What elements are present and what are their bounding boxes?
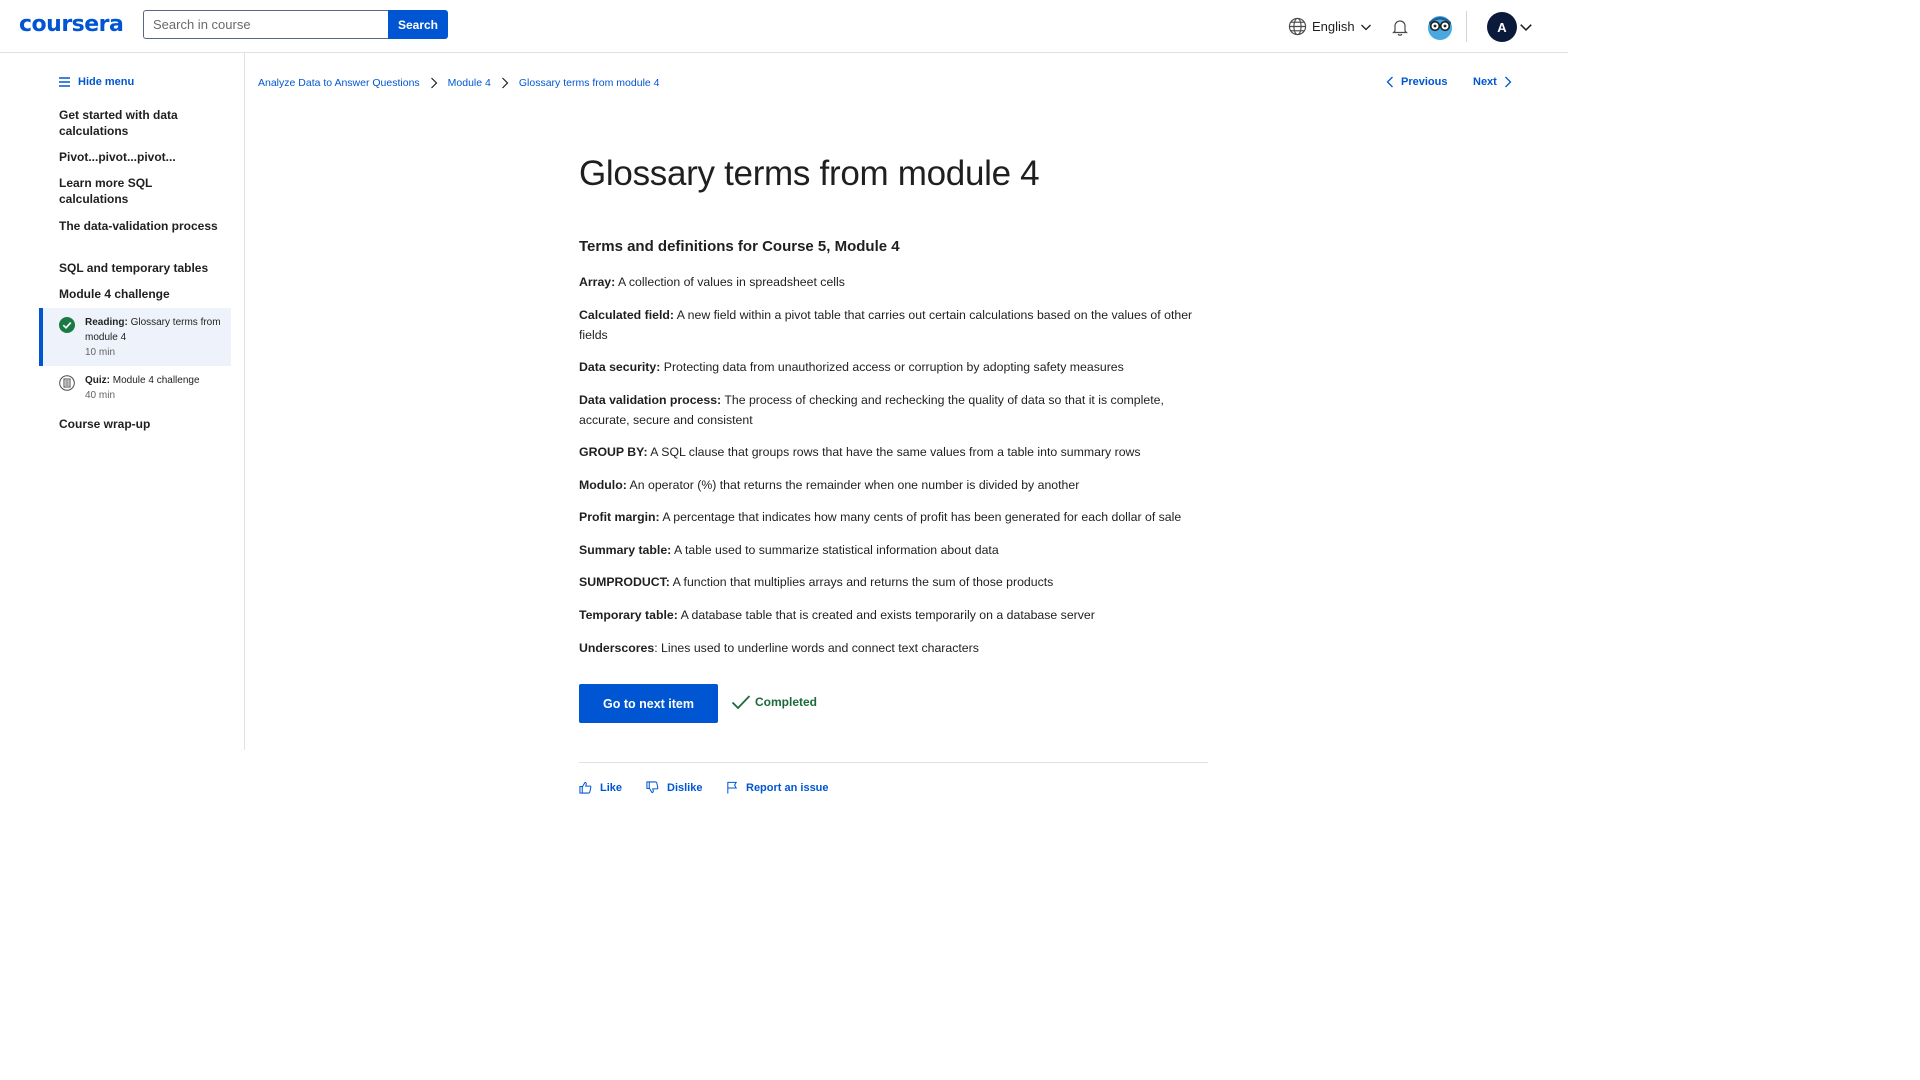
notifications-bell-icon[interactable] bbox=[1390, 17, 1410, 37]
sidebar-subitem-glossary-reading[interactable]: Reading: Glossary terms from module 4 10… bbox=[59, 315, 229, 360]
hide-menu-label: Hide menu bbox=[78, 76, 135, 88]
chevron-left-icon bbox=[1386, 76, 1393, 88]
term-definition: Protecting data from unauthorized access… bbox=[660, 360, 1124, 374]
sidebar-subitem-quiz[interactable]: Quiz: Module 4 challenge 40 min bbox=[59, 373, 229, 403]
chevron-down-icon bbox=[1360, 24, 1371, 30]
glossary-term: Array: A collection of values in spreads… bbox=[579, 272, 1204, 292]
page-title: Glossary terms from module 4 bbox=[579, 154, 1040, 193]
search-input[interactable] bbox=[143, 10, 388, 39]
glossary-term: Data security: Protecting data from unau… bbox=[579, 357, 1204, 377]
term-name: Summary table: bbox=[579, 543, 672, 557]
term-name: Modulo: bbox=[579, 478, 627, 492]
sidebar-item-temporary-tables[interactable]: SQL and temporary tables bbox=[59, 260, 224, 276]
subitem-type: Reading: bbox=[85, 317, 128, 328]
term-definition: A function that multiplies arrays and re… bbox=[669, 575, 1054, 589]
globe-icon bbox=[1288, 17, 1307, 36]
dislike-button[interactable]: Dislike bbox=[646, 781, 702, 794]
glossary-term: Underscores: Lines used to underline wor… bbox=[579, 638, 1204, 658]
search-button[interactable]: Search bbox=[388, 10, 448, 39]
like-label: Like bbox=[600, 781, 623, 794]
glossary-term: Calculated field: A new field within a p… bbox=[579, 305, 1204, 345]
term-definition: A SQL clause that groups rows that have … bbox=[647, 445, 1141, 459]
thumbs-down-icon bbox=[646, 781, 659, 794]
chevron-down-icon[interactable] bbox=[1519, 20, 1533, 34]
language-selector[interactable]: English bbox=[1288, 17, 1372, 36]
chevron-right-icon bbox=[501, 77, 509, 89]
term-definition: : Lines used to underline words and conn… bbox=[654, 641, 979, 655]
section-title: Terms and definitions for Course 5, Modu… bbox=[579, 238, 900, 255]
coach-assistant-icon[interactable] bbox=[1426, 13, 1454, 41]
report-issue-button[interactable]: Report an issue bbox=[726, 781, 829, 794]
chevron-right-icon bbox=[430, 77, 438, 89]
term-name: Array: bbox=[579, 275, 616, 289]
hide-menu-button[interactable]: Hide menu bbox=[59, 76, 134, 88]
term-name: Calculated field: bbox=[579, 308, 674, 322]
avatar[interactable]: A bbox=[1487, 12, 1517, 42]
menu-icon bbox=[59, 77, 70, 87]
term-definition: A collection of values in spreadsheet ce… bbox=[615, 275, 845, 289]
term-name: GROUP BY: bbox=[579, 445, 648, 459]
completed-label: Completed bbox=[755, 695, 818, 709]
term-definition: A percentage that indicates how many cen… bbox=[659, 510, 1182, 524]
course-search: Search bbox=[143, 10, 448, 39]
language-label: English bbox=[1312, 19, 1355, 34]
chevron-right-icon bbox=[1504, 76, 1512, 88]
glossary-term: SUMPRODUCT: A function that multiplies a… bbox=[579, 572, 1204, 592]
sidebar-item-module-challenge[interactable]: Module 4 challenge bbox=[59, 286, 224, 302]
quiz-icon bbox=[59, 375, 75, 391]
content-divider bbox=[579, 762, 1208, 763]
breadcrumb: Analyze Data to Answer Questions Module … bbox=[258, 77, 660, 89]
term-name: Profit margin: bbox=[579, 510, 660, 524]
sidebar-item-get-started[interactable]: Get started with data calculations bbox=[59, 107, 224, 139]
term-name: Temporary table: bbox=[579, 608, 678, 622]
breadcrumb-module[interactable]: Module 4 bbox=[448, 77, 491, 89]
flag-icon bbox=[727, 781, 738, 794]
sidebar-item-course-wrap-up[interactable]: Course wrap-up bbox=[59, 416, 224, 432]
glossary-term: GROUP BY: A SQL clause that groups rows … bbox=[579, 442, 1204, 462]
previous-button[interactable]: Previous bbox=[1386, 76, 1447, 88]
dislike-label: Dislike bbox=[667, 781, 703, 794]
breadcrumb-current[interactable]: Glossary terms from module 4 bbox=[519, 77, 660, 89]
term-definition: An operator (%) that returns the remaind… bbox=[626, 478, 1080, 492]
go-to-next-item-button[interactable]: Go to next item bbox=[579, 684, 718, 723]
subitem-duration: 10 min bbox=[85, 347, 116, 358]
glossary-term: Data validation process: The process of … bbox=[579, 390, 1204, 430]
term-definition: A database table that is created and exi… bbox=[677, 608, 1095, 622]
sidebar-item-pivot[interactable]: Pivot...pivot...pivot... bbox=[59, 149, 224, 165]
header-divider bbox=[1466, 11, 1467, 42]
breadcrumb-course[interactable]: Analyze Data to Answer Questions bbox=[258, 77, 420, 89]
subitem-duration: 40 min bbox=[85, 390, 116, 401]
glossary-term: Modulo: An operator (%) that returns the… bbox=[579, 475, 1204, 495]
term-definition: A table used to summarize statistical in… bbox=[671, 543, 999, 557]
course-sidebar: Hide menu Get started with data calculat… bbox=[0, 53, 245, 750]
glossary-term: Summary table: A table used to summarize… bbox=[579, 540, 1204, 560]
subitem-title: Module 4 challenge bbox=[112, 375, 200, 386]
sidebar-item-data-validation[interactable]: The data-validation process bbox=[59, 218, 224, 234]
term-name: Underscores bbox=[579, 641, 655, 655]
thumbs-up-icon bbox=[579, 781, 592, 794]
completed-status: Completed bbox=[731, 694, 817, 710]
glossary-term: Profit margin: A percentage that indicat… bbox=[579, 507, 1204, 527]
coursera-logo[interactable]: coursera bbox=[19, 12, 124, 37]
next-label: Next bbox=[1473, 76, 1497, 88]
check-circle-icon bbox=[59, 317, 75, 333]
like-button[interactable]: Like bbox=[579, 781, 622, 794]
previous-label: Previous bbox=[1401, 76, 1448, 88]
term-name: Data security: bbox=[579, 360, 661, 374]
next-button[interactable]: Next bbox=[1473, 76, 1512, 88]
report-issue-label: Report an issue bbox=[746, 781, 829, 794]
sidebar-item-sql-calculations[interactable]: Learn more SQL calculations bbox=[59, 175, 224, 207]
term-name: Data validation process: bbox=[579, 393, 722, 407]
top-bar: coursera Search English A bbox=[0, 0, 1568, 53]
checkmark-icon bbox=[731, 695, 751, 710]
subitem-type: Quiz: bbox=[85, 375, 110, 386]
term-name: SUMPRODUCT: bbox=[579, 575, 670, 589]
glossary-term: Temporary table: A database table that i… bbox=[579, 605, 1204, 625]
